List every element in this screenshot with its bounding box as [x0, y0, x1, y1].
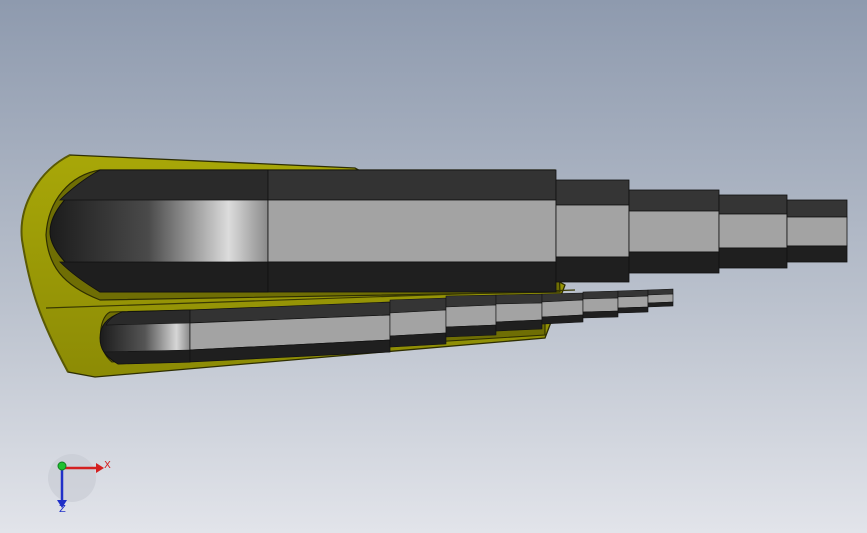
x-axis-label: X: [104, 460, 111, 471]
graphics-viewport[interactable]: X Z: [0, 0, 867, 533]
z-axis-label: Z: [59, 504, 66, 515]
triad-backdrop: [48, 454, 96, 502]
y-axis-dot-icon: [57, 461, 67, 471]
viewport-canvas[interactable]: X Z: [0, 0, 867, 533]
